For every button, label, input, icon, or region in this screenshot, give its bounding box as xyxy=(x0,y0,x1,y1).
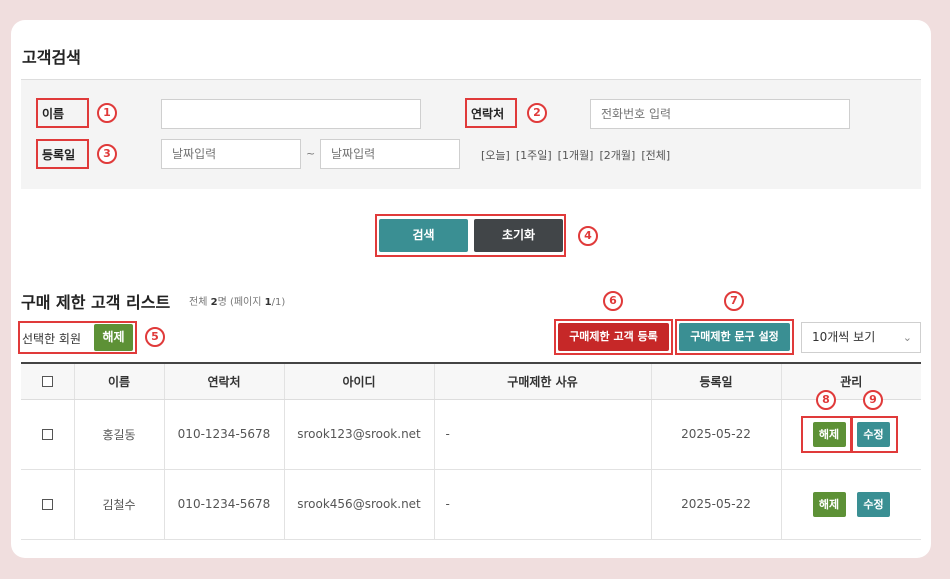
column-header-manage: 관리 xyxy=(781,362,921,400)
quick-date-1week[interactable]: [1주일] xyxy=(516,149,552,162)
marker-3: 3 xyxy=(97,144,117,164)
cell-manage: 해제 수정 xyxy=(781,469,921,540)
contact-input[interactable] xyxy=(590,99,850,129)
list-title: 구매 제한 고객 리스트 xyxy=(21,293,171,312)
restricted-customer-table: 이름 연락처 아이디 구매제한 사유 등록일 관리 홍길동 010-1234-5… xyxy=(21,362,921,540)
list-summary: 전체 2명 (페이지 1/1) xyxy=(189,297,286,308)
cell-id: srook456@srook.net xyxy=(284,469,435,540)
regdate-label: 등록일 xyxy=(42,148,76,162)
name-label: 이름 xyxy=(42,107,65,121)
reset-button[interactable]: 초기화 xyxy=(474,219,563,252)
release-selected-button[interactable]: 해제 xyxy=(94,324,133,351)
select-all-checkbox[interactable] xyxy=(41,376,53,388)
row-edit-button[interactable]: 수정 xyxy=(856,491,890,517)
marker-9: 9 xyxy=(863,390,883,410)
column-header-reason: 구매제한 사유 xyxy=(434,362,652,400)
cell-date: 2025-05-22 xyxy=(651,399,782,470)
cell-date: 2025-05-22 xyxy=(651,469,782,540)
contact-label: 연락처 xyxy=(471,107,505,121)
table-row: 김철수 010-1234-5678 srook456@srook.net - 2… xyxy=(21,469,921,540)
annotation-box-row-release xyxy=(801,416,852,453)
marker-4: 4 xyxy=(578,226,598,246)
cell-phone: 010-1234-5678 xyxy=(164,469,285,540)
marker-2: 2 xyxy=(527,103,547,123)
cell-reason: - xyxy=(434,469,652,540)
marker-6: 6 xyxy=(603,291,623,311)
column-header-phone: 연락처 xyxy=(164,362,285,400)
column-header-date: 등록일 xyxy=(651,362,782,400)
search-filter-panel xyxy=(21,79,921,189)
quick-date-links: [오늘] [1주일] [1개월] [2개월] [전체] xyxy=(481,147,676,163)
register-restricted-button[interactable]: 구매제한 고객 등록 xyxy=(558,323,669,351)
table-row: 홍길동 010-1234-5678 srook123@srook.net - 2… xyxy=(21,399,921,470)
date-to-input[interactable] xyxy=(320,139,460,169)
search-section-title: 고객검색 xyxy=(22,48,81,67)
row-checkbox[interactable] xyxy=(41,499,53,510)
chevron-down-icon: ⌄ xyxy=(902,331,912,344)
cell-name: 홍길동 xyxy=(74,399,165,470)
date-separator: ~ xyxy=(306,147,316,160)
column-header-id: 아이디 xyxy=(284,362,435,400)
cell-name: 김철수 xyxy=(74,469,165,540)
quick-date-1month[interactable]: [1개월] xyxy=(558,149,594,162)
date-from-input[interactable] xyxy=(161,139,301,169)
row-checkbox[interactable] xyxy=(41,429,53,440)
marker-5: 5 xyxy=(145,327,165,347)
quick-date-all[interactable]: [전체] xyxy=(641,149,670,162)
annotation-box-row-edit xyxy=(851,416,898,453)
table-header-row: 이름 연락처 아이디 구매제한 사유 등록일 관리 xyxy=(21,362,921,400)
name-input[interactable] xyxy=(161,99,421,129)
marker-8: 8 xyxy=(816,390,836,410)
page-size-select[interactable]: 10개씩 보기 ⌄ xyxy=(801,322,921,353)
row-release-button[interactable]: 해제 xyxy=(812,491,846,517)
marker-7: 7 xyxy=(724,291,744,311)
quick-date-today[interactable]: [오늘] xyxy=(481,149,510,162)
cell-id: srook123@srook.net xyxy=(284,399,435,470)
cell-phone: 010-1234-5678 xyxy=(164,399,285,470)
restriction-message-button[interactable]: 구매제한 문구 설정 xyxy=(679,323,790,351)
quick-date-2months[interactable]: [2개월] xyxy=(599,149,635,162)
marker-1: 1 xyxy=(97,103,117,123)
column-header-name: 이름 xyxy=(74,362,165,400)
select-all-header xyxy=(21,362,75,400)
selected-members-label: 선택한 회원 xyxy=(22,332,82,346)
cell-reason: - xyxy=(434,399,652,470)
search-button[interactable]: 검색 xyxy=(379,219,468,252)
